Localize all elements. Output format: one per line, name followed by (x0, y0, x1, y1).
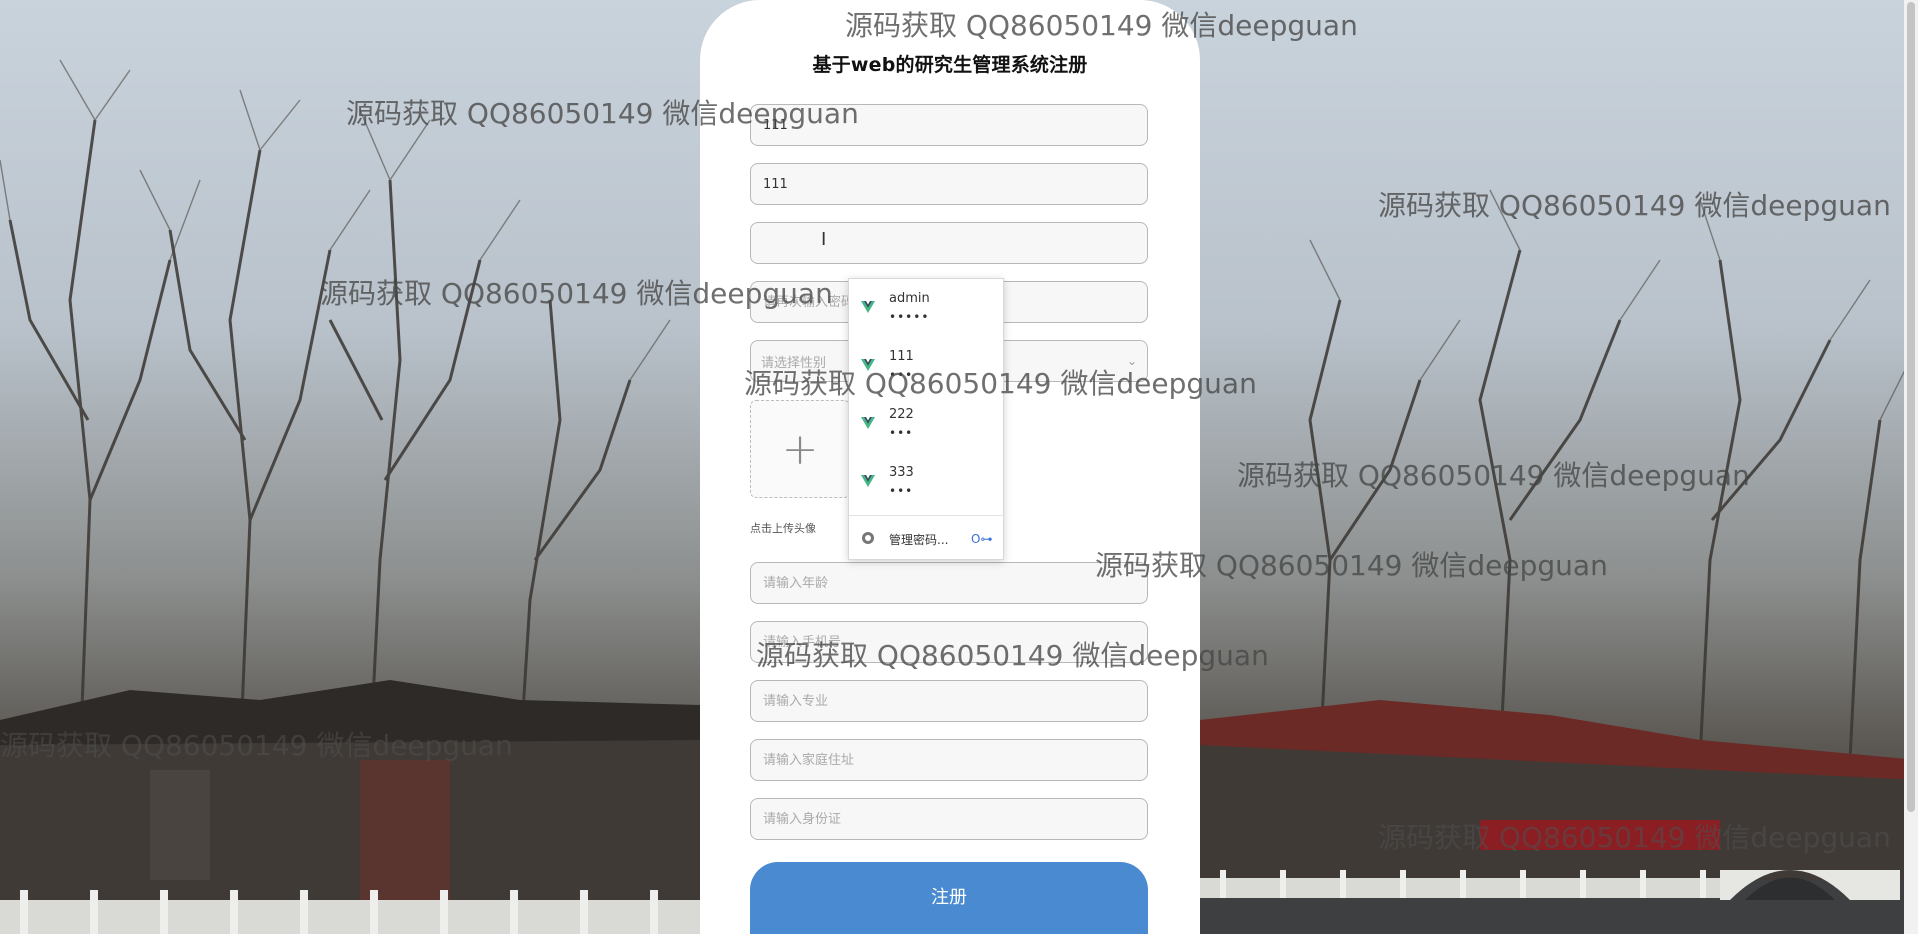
autofill-item[interactable]: 222 ••• (849, 397, 1003, 453)
name-field[interactable] (750, 163, 1148, 205)
major-input[interactable] (761, 692, 1137, 710)
autofill-username: admin (889, 291, 930, 306)
watermark: 源码获取 QQ86050149 微信deepguan (845, 9, 1358, 42)
register-button[interactable]: 注册 (750, 862, 1148, 934)
address-input[interactable] (761, 751, 1137, 769)
vue-logo-icon (861, 301, 875, 313)
avatar-upload[interactable]: + (750, 400, 850, 498)
id-card-field[interactable] (750, 798, 1148, 840)
watermark: 源码获取 QQ86050149 微信deepguan (346, 97, 859, 130)
autofill-item[interactable]: 333 ••• (849, 455, 1003, 511)
watermark: 源码获取 QQ86050149 微信deepguan (320, 277, 833, 310)
name-input[interactable] (761, 175, 1137, 193)
autofill-username: 222 (889, 407, 914, 422)
upload-label: 点击上传头像 (750, 522, 816, 535)
major-field[interactable] (750, 680, 1148, 722)
watermark: 源码获取 QQ86050149 微信deepguan (1095, 549, 1608, 582)
watermark: 源码获取 QQ86050149 微信deepguan (0, 729, 513, 762)
id-card-input[interactable] (761, 810, 1137, 828)
password-input[interactable] (761, 234, 1137, 252)
page-title: 基于web的研究生管理系统注册 (812, 54, 1088, 76)
watermark: 源码获取 QQ86050149 微信deepguan (756, 639, 1269, 672)
watermark: 源码获取 QQ86050149 微信deepguan (1378, 821, 1891, 854)
page-scrollbar[interactable] (1904, 0, 1918, 934)
scrollbar-thumb[interactable] (1907, 2, 1915, 812)
watermark: 源码获取 QQ86050149 微信deepguan (744, 367, 1257, 400)
address-field[interactable] (750, 739, 1148, 781)
autofill-password-mask: ••••• (889, 310, 930, 324)
autofill-username: 333 (889, 465, 914, 480)
key-icon: O⊶ (971, 532, 993, 546)
dropdown-divider (849, 515, 1003, 516)
vue-logo-icon (861, 417, 875, 429)
watermark: 源码获取 QQ86050149 微信deepguan (1378, 189, 1891, 222)
plus-icon: + (781, 423, 819, 475)
autofill-password-mask: ••• (889, 484, 914, 498)
autofill-dropdown: admin ••••• 111 ••• 222 ••• 333 ••• 管理密码… (848, 278, 1004, 560)
chrome-icon (862, 532, 874, 544)
age-field[interactable] (750, 562, 1148, 604)
manage-passwords-item[interactable]: 管理密码... O⊶ (849, 519, 1003, 559)
password-field[interactable] (750, 222, 1148, 264)
watermark: 源码获取 QQ86050149 微信deepguan (1237, 459, 1750, 492)
age-input[interactable] (761, 574, 1137, 592)
manage-passwords-label: 管理密码... (889, 533, 949, 547)
text-cursor-icon: I (821, 229, 827, 250)
autofill-password-mask: ••• (889, 426, 914, 440)
autofill-item[interactable]: admin ••••• (849, 281, 1003, 337)
vue-logo-icon (861, 475, 875, 487)
